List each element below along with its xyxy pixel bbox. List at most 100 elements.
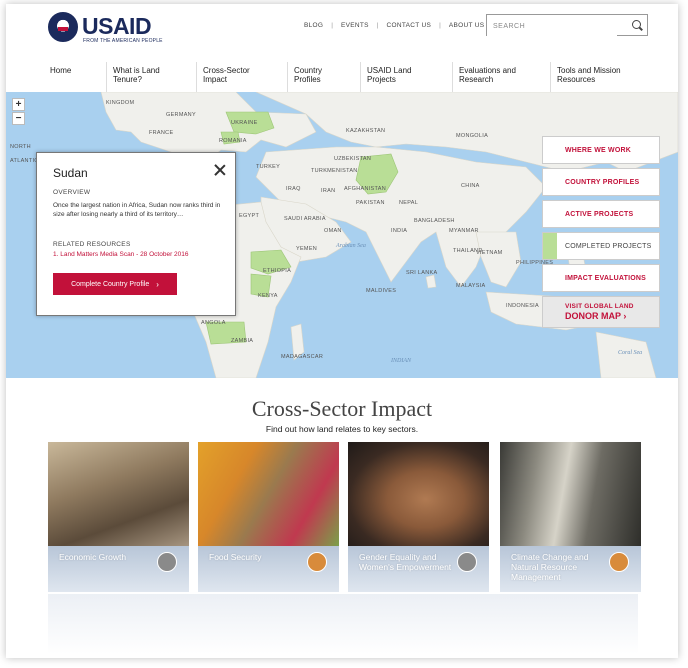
map-label: SRI LANKA (406, 270, 437, 276)
card-food-security[interactable]: Food Security (198, 442, 339, 592)
main-nav: Home What is Land Tenure? Cross-Sector I… (6, 62, 678, 92)
cards-reflection (48, 594, 638, 654)
nav-land-tenure[interactable]: What is Land Tenure? (106, 62, 196, 92)
world-map[interactable]: KINGDOM GERMANY FRANCE UKRAINE ROMANIA K… (6, 92, 678, 378)
top-link-contact[interactable]: CONTACT US (378, 22, 439, 29)
card-caption: Climate Change and Natural Resource Mana… (500, 546, 641, 592)
close-icon[interactable] (213, 163, 227, 177)
top-link-blog[interactable]: BLOG (296, 22, 331, 29)
logo-word: USAID (82, 13, 152, 39)
search-input[interactable] (487, 16, 617, 37)
card-caption: Economic Growth (48, 546, 189, 592)
map-label: PAKISTAN (356, 200, 385, 206)
usaid-logo[interactable]: USAID FROM THE AMERICAN PEOPLE (48, 12, 168, 46)
map-land (475, 231, 522, 288)
nav-label-line2: Impact (203, 75, 228, 84)
card-economic-growth[interactable]: Economic Growth (48, 442, 189, 592)
map-label: BANGLADESH (414, 218, 455, 224)
nav-label-line1: What is Land (113, 66, 160, 75)
card-gender-equality[interactable]: Gender Equality and Women's Empowerment (348, 442, 489, 592)
nav-evaluations[interactable]: Evaluations and Research (452, 62, 550, 92)
country-profiles-button[interactable]: COUNTRY PROFILES (542, 168, 660, 196)
sea-label: Coral Sea (618, 350, 642, 356)
map-label: INDIA (391, 228, 407, 234)
map-label: TURKEY (256, 164, 280, 170)
map-label: ATLANTIC (10, 158, 39, 164)
nav-land-projects[interactable]: USAID Land Projects (360, 62, 452, 92)
donor-map-label: DONOR MAP (565, 311, 621, 321)
card-caption: Food Security (198, 546, 339, 592)
map-label: MALAYSIA (456, 283, 486, 289)
search-icon[interactable] (632, 20, 641, 29)
top-link-about[interactable]: ABOUT US (441, 22, 493, 29)
top-link-events[interactable]: EVENTS (333, 22, 377, 29)
map-label: YEMEN (296, 246, 317, 252)
map-label: THAILAND (453, 248, 483, 254)
where-we-work-button[interactable]: WHERE WE WORK (542, 136, 660, 164)
button-label: WHERE WE WORK (565, 146, 631, 154)
nav-label-line2: Projects (367, 75, 396, 84)
map-label: AFGHANISTAN (344, 186, 386, 192)
active-projects-button[interactable]: ACTIVE PROJECTS (542, 200, 660, 228)
nav-label-line2: Research (459, 75, 494, 84)
map-label: FRANCE (149, 130, 173, 136)
country-popup: Sudan OVERVIEW Once the largest nation i… (36, 152, 236, 316)
nav-label-line2: Resources (557, 75, 596, 84)
button-label: COUNTRY PROFILES (565, 178, 640, 186)
nav-label-line1: Cross-Sector (203, 66, 250, 75)
gender-icon (457, 552, 477, 572)
map-label: KAZAKHSTAN (346, 128, 385, 134)
logo-tagline: FROM THE AMERICAN PEOPLE (83, 38, 163, 44)
donor-map-button[interactable]: VISIT GLOBAL LAND DONOR MAP › (542, 296, 660, 328)
zoom-out-button[interactable]: − (12, 112, 25, 125)
section-title: Cross-Sector Impact (251, 396, 433, 421)
page-frame: USAID FROM THE AMERICAN PEOPLE BLOG | EV… (6, 4, 678, 658)
map-label: EGYPT (239, 213, 259, 219)
map-label: OMAN (324, 228, 342, 234)
sun-icon (609, 552, 629, 572)
map-label: IRAN (321, 188, 335, 194)
related-resource-link[interactable]: 1. Land Matters Media Scan - 28 October … (53, 251, 189, 258)
card-label: Gender Equality and Women's Empowerment (359, 552, 452, 572)
card-label: Economic Growth (59, 552, 127, 562)
map-label: GERMANY (166, 112, 196, 118)
popup-overview-label: OVERVIEW (53, 189, 91, 196)
chevron-right-icon: › (623, 311, 627, 321)
card-photo (348, 442, 489, 546)
complete-country-profile-button[interactable]: Complete Country Profile › (53, 273, 177, 295)
map-label: ROMANIA (219, 138, 247, 144)
map-label: UZBEKISTAN (334, 156, 371, 162)
nav-label-line1: Evaluations and (459, 66, 516, 75)
map-label: KENYA (258, 293, 278, 299)
map-layer-panel: WHERE WE WORK COUNTRY PROFILES ACTIVE PR… (542, 136, 660, 328)
zoom-in-button[interactable]: + (12, 98, 25, 111)
map-label: UKRAINE (231, 120, 258, 126)
map-label: INDONESIA (506, 303, 539, 309)
map-label: IRAQ (286, 186, 301, 192)
popup-description: Once the largest nation in Africa, Sudan… (53, 202, 221, 218)
card-label: Food Security (209, 552, 262, 562)
completed-projects-button[interactable]: COMPLETED PROJECTS (542, 232, 660, 260)
map-label: CHINA (461, 183, 480, 189)
site-header: USAID FROM THE AMERICAN PEOPLE BLOG | EV… (6, 4, 678, 60)
nav-label-line1: Tools and Mission (557, 66, 621, 75)
popup-related-label: RELATED RESOURCES (53, 241, 131, 248)
donor-line1: VISIT GLOBAL LAND (565, 303, 634, 310)
card-label: Climate Change and Natural Resource Mana… (511, 552, 589, 582)
map-label: NORTH (10, 144, 31, 150)
card-climate-change[interactable]: Climate Change and Natural Resource Mana… (500, 442, 641, 592)
card-photo (198, 442, 339, 546)
section-subtitle: Find out how land relates to key sectors… (265, 424, 419, 434)
nav-label-line2: Profiles (294, 75, 321, 84)
nav-home[interactable]: Home (44, 62, 106, 92)
sea-label: Arabian Sea (335, 243, 366, 249)
nav-label-line2: Tenure? (113, 75, 142, 84)
nav-tools[interactable]: Tools and Mission Resources (550, 62, 650, 92)
nav-country-profiles[interactable]: Country Profiles (287, 62, 360, 92)
map-label: SAUDI ARABIA (284, 216, 326, 222)
map-label: ZAMBIA (231, 338, 253, 344)
sea-label: INDIAN (390, 358, 412, 364)
nav-cross-sector[interactable]: Cross-Sector Impact (196, 62, 287, 92)
sector-cards: Economic Growth Food Security Gender Equ… (48, 442, 641, 592)
impact-evaluations-button[interactable]: IMPACT EVALUATIONS (542, 264, 660, 292)
